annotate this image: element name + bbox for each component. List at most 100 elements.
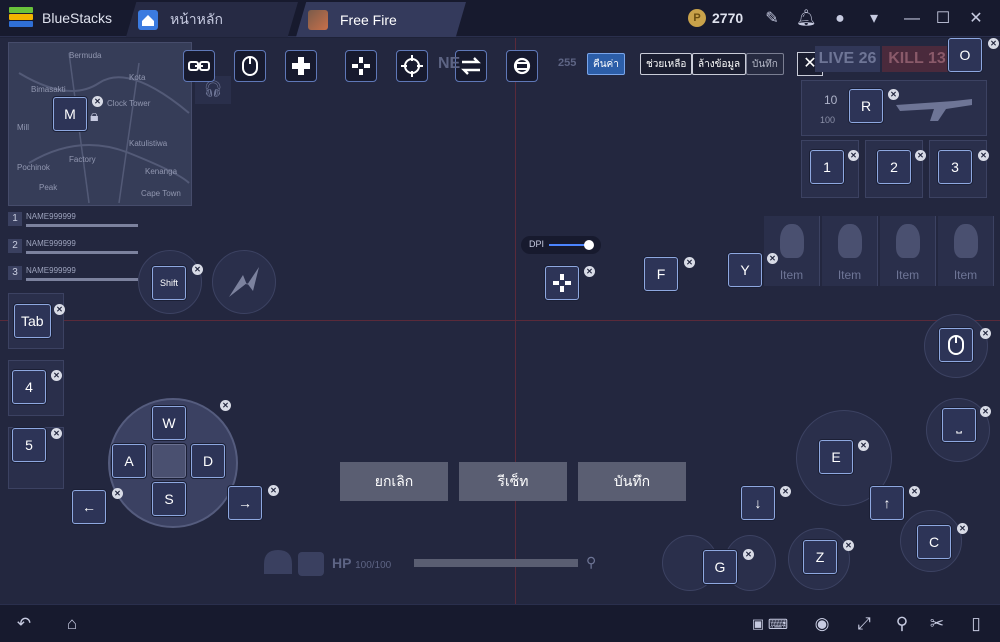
location-icon[interactable]: ⚲	[890, 614, 914, 634]
crosshair-line-horizontal	[0, 320, 1000, 321]
skill-icon	[229, 267, 259, 297]
key-d[interactable]: D	[191, 444, 225, 478]
remove-key-c-icon[interactable]: ✕	[957, 523, 968, 534]
key-a[interactable]: A	[112, 444, 146, 478]
remove-key-f-icon[interactable]: ✕	[684, 257, 695, 268]
key-o[interactable]: O	[948, 38, 982, 72]
reset-bottom-button[interactable]: รีเซ็ท	[459, 462, 567, 501]
item-label: Item	[895, 268, 920, 282]
tab-home[interactable]: หน้าหลัก	[126, 2, 298, 37]
remove-dpad-icon[interactable]: ✕	[220, 400, 231, 411]
dpi-knob[interactable]	[583, 240, 594, 250]
key-4[interactable]: 4	[12, 370, 46, 404]
key-2[interactable]: 2	[877, 150, 911, 184]
remove-key-right-icon[interactable]: ✕	[268, 485, 279, 496]
keyboard-icon[interactable]: ⌨	[765, 614, 791, 634]
remove-key-g-icon[interactable]: ✕	[743, 549, 754, 560]
mouse-icon	[242, 56, 258, 76]
key-down[interactable]: ↓	[741, 486, 775, 520]
remove-key-shift-icon[interactable]: ✕	[192, 264, 203, 275]
remove-key-y-icon[interactable]: ✕	[767, 253, 778, 264]
reset-button[interactable]: คืนค่า	[587, 53, 625, 75]
pin-icon[interactable]: ✎	[762, 9, 782, 29]
link-tool[interactable]	[183, 50, 215, 82]
remove-key-3-icon[interactable]: ✕	[978, 150, 989, 161]
remove-fire-icon[interactable]: ✕	[980, 328, 991, 339]
key-c[interactable]: C	[917, 525, 951, 559]
key-3[interactable]: 3	[938, 150, 972, 184]
minimize-icon[interactable]: —	[902, 9, 922, 29]
clear-button[interactable]: ล้างข้อมูล	[692, 53, 747, 75]
location-pin-icon: ⚲	[586, 554, 597, 570]
dpad-center[interactable]	[152, 444, 186, 478]
rotate-tool[interactable]	[506, 50, 538, 82]
key-y[interactable]: Y	[728, 253, 762, 287]
key-g[interactable]: G	[703, 550, 737, 584]
account-icon[interactable]: ●	[830, 9, 850, 29]
item-slot: Item	[764, 216, 820, 286]
key-tab[interactable]: Tab	[14, 304, 51, 338]
bell-icon[interactable]: 🔔︎	[796, 9, 816, 29]
remove-key-e-icon[interactable]: ✕	[858, 440, 869, 451]
remove-key-down-icon[interactable]: ✕	[780, 486, 791, 497]
key-r[interactable]: R	[849, 89, 883, 123]
eye-icon[interactable]: ◉	[810, 614, 834, 634]
compass-heading: NE	[438, 55, 461, 72]
minimap-place: Bermuda	[69, 51, 102, 60]
phone-icon[interactable]: ▯	[964, 614, 988, 634]
scissors-icon[interactable]: ✂	[925, 614, 949, 634]
aim-move-control[interactable]	[545, 266, 579, 300]
key-z[interactable]: Z	[803, 540, 837, 574]
minimap-place: Cape Town	[141, 189, 181, 198]
key-s[interactable]: S	[152, 482, 186, 516]
remove-key-space-icon[interactable]: ✕	[980, 406, 991, 417]
remove-key-m-icon[interactable]: ✕	[92, 96, 103, 107]
key-1[interactable]: 1	[810, 150, 844, 184]
key-e[interactable]: E	[819, 440, 853, 474]
dpad-icon	[292, 57, 310, 75]
item-label: Item	[837, 268, 862, 282]
dpi-slider[interactable]: DPI	[521, 236, 601, 254]
minimap-place: Kota	[129, 73, 146, 82]
remove-key-o-icon[interactable]: ✕	[988, 38, 999, 49]
dpad-tool[interactable]	[285, 50, 317, 82]
remove-aim-icon[interactable]: ✕	[584, 266, 595, 277]
key-up[interactable]: ↑	[870, 486, 904, 520]
player-number: 1	[8, 212, 22, 226]
remove-key-up-icon[interactable]: ✕	[909, 486, 920, 497]
remove-key-1-icon[interactable]: ✕	[848, 150, 859, 161]
remove-key-left-icon[interactable]: ✕	[112, 488, 123, 499]
key-f[interactable]: F	[644, 257, 678, 291]
cancel-button[interactable]: ยกเลิก	[340, 462, 448, 501]
remove-key-tab-icon[interactable]: ✕	[54, 304, 65, 315]
crosshair-tool[interactable]	[396, 50, 428, 82]
move-tool[interactable]	[345, 50, 377, 82]
remove-key-z-icon[interactable]: ✕	[843, 540, 854, 551]
remove-key-2-icon[interactable]: ✕	[915, 150, 926, 161]
save-button-top[interactable]: บันทึก	[746, 53, 784, 75]
fire-mouse-control[interactable]	[939, 328, 973, 362]
key-space[interactable]: ⎵	[942, 408, 976, 442]
tab-free-fire[interactable]: Free Fire	[296, 2, 466, 37]
home-nav-icon[interactable]: ⌂	[60, 614, 84, 634]
back-icon[interactable]: ↶	[12, 614, 36, 634]
key-shift[interactable]: Shift	[152, 266, 186, 300]
help-button[interactable]: ช่วยเหลือ	[640, 53, 693, 75]
mouse-tool[interactable]	[234, 50, 266, 82]
remove-key-r-icon[interactable]: ✕	[888, 89, 899, 100]
key-m[interactable]: M	[53, 97, 87, 131]
menu-icon[interactable]: ▾	[864, 9, 884, 29]
close-window-icon[interactable]: ✕	[966, 9, 986, 29]
key-5[interactable]: 5	[12, 428, 46, 462]
remove-key-4-icon[interactable]: ✕	[51, 370, 62, 381]
minimap-place: Pochinok	[17, 163, 50, 172]
key-right[interactable]: →	[228, 486, 262, 520]
key-left[interactable]: ←	[72, 490, 106, 524]
key-w[interactable]: W	[152, 406, 186, 440]
fullscreen-icon[interactable]: ⤢	[852, 614, 876, 634]
save-button[interactable]: บันทึก	[578, 462, 686, 501]
remove-key-5-icon[interactable]: ✕	[51, 428, 62, 439]
maximize-icon[interactable]: ☐	[933, 9, 953, 29]
mouse-icon	[948, 335, 964, 355]
player-number: 3	[8, 266, 22, 280]
